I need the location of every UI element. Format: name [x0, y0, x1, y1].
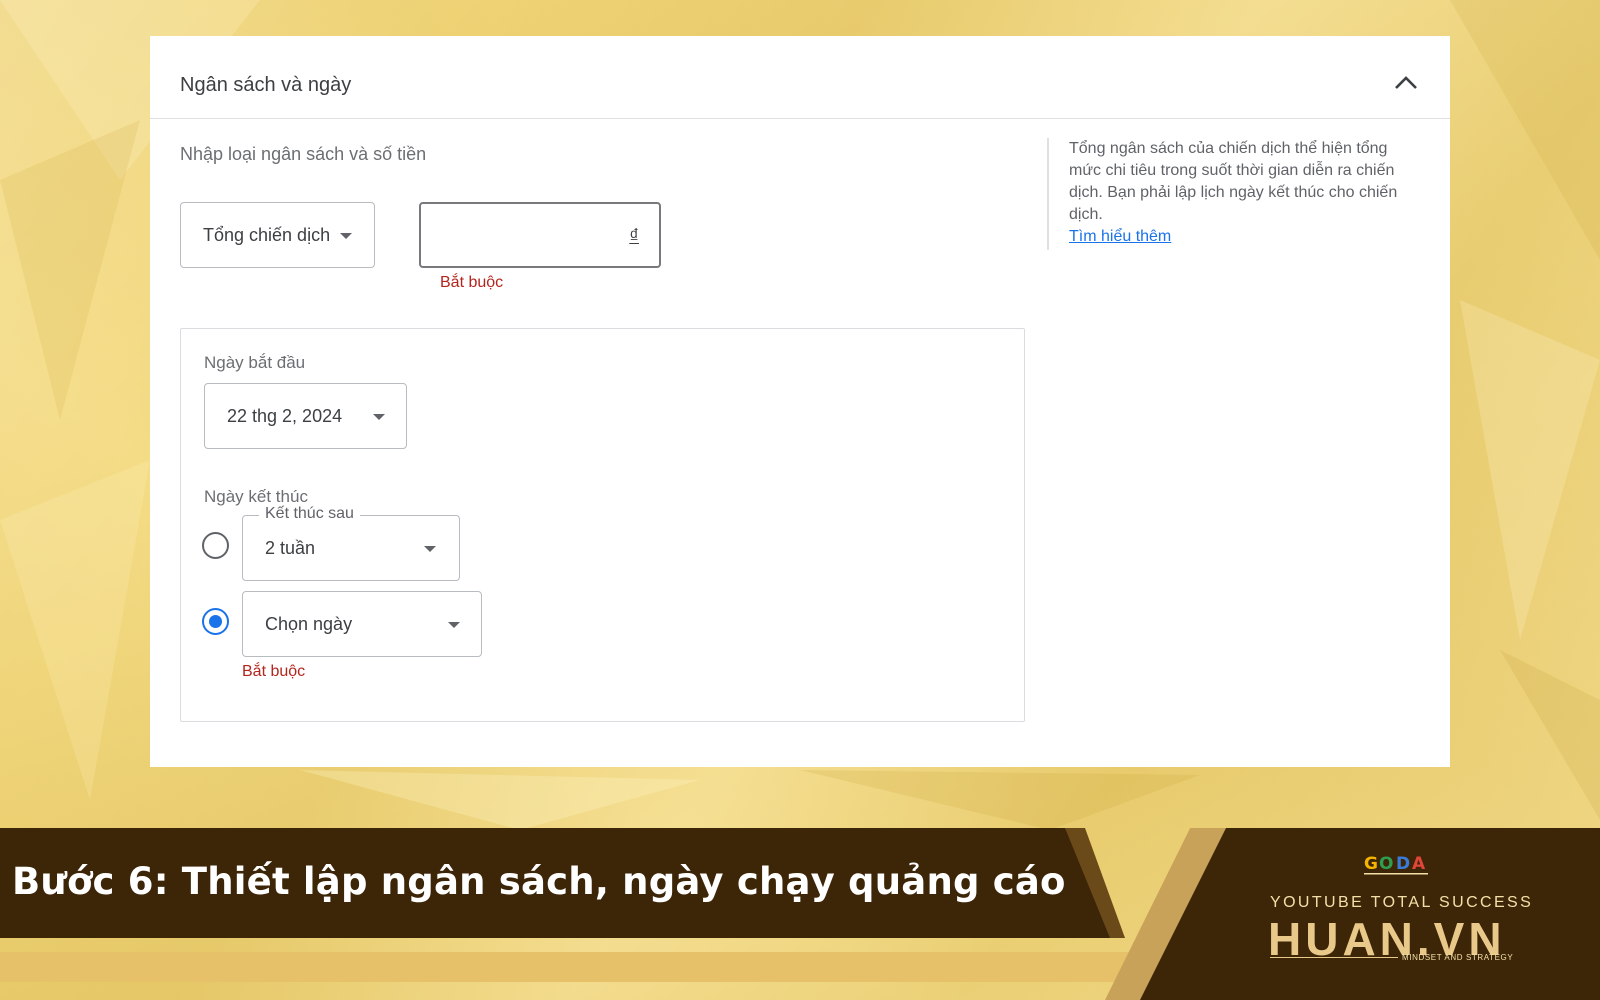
panel-header[interactable]: Ngân sách và ngày	[150, 36, 1450, 119]
start-date-value: 22 thg 2, 2024	[227, 406, 343, 426]
chevron-up-icon[interactable]	[1392, 72, 1420, 94]
brand-tagline: MINDSET AND STRATEGY	[1402, 953, 1514, 962]
start-date-select[interactable]: 22 thg 2, 2024	[204, 383, 407, 449]
brand-subtitle: YOUTUBE TOTAL SUCCESS	[1270, 894, 1534, 911]
svg-text:A: A	[1412, 854, 1426, 874]
end-date-select[interactable]: Chọn ngày	[242, 591, 482, 657]
budget-and-dates-panel: Ngân sách và ngày Nhập loại ngân sách và…	[150, 36, 1450, 767]
svg-text:D: D	[1396, 854, 1410, 874]
budget-type-select[interactable]: Tổng chiến dịch	[180, 202, 375, 268]
panel-title: Ngân sách và ngày	[180, 74, 352, 96]
end-date-radio[interactable]	[202, 608, 229, 635]
start-date-label: Ngày bắt đầu	[204, 353, 306, 372]
budget-amount-input[interactable]	[433, 222, 613, 250]
end-date-label: Ngày kết thúc	[204, 487, 308, 506]
dates-section: Ngày bắt đầu 22 thg 2, 2024 Ngày kết thú…	[180, 328, 1025, 722]
brand-divider	[1270, 957, 1398, 958]
banner-title: Bước 6: Thiết lập ngân sách, ngày chạy q…	[12, 860, 1066, 903]
learn-more-link[interactable]: Tìm hiểu thêm	[1069, 226, 1407, 248]
dropdown-arrow-icon	[424, 546, 436, 552]
end-after-radio[interactable]	[202, 532, 229, 559]
currency-symbol: ₫	[629, 226, 639, 247]
end-after-floating-label: Kết thúc sau	[259, 505, 360, 523]
svg-text:O: O	[1379, 854, 1393, 874]
amount-required-error: Bắt buộc	[440, 274, 504, 291]
end-after-select[interactable]: Kết thúc sau 2 tuần	[242, 505, 460, 581]
end-after-value: 2 tuần	[265, 538, 316, 558]
budget-amount-field[interactable]: ₫	[419, 202, 661, 268]
end-date-value: Chọn ngày	[265, 614, 353, 634]
dropdown-arrow-icon	[448, 622, 460, 628]
dropdown-arrow-icon	[373, 414, 385, 420]
goda-logo: G O D A	[1362, 852, 1432, 878]
dropdown-arrow-icon	[340, 233, 352, 239]
help-description: Tổng ngân sách của chiến dịch thể hiện t…	[1069, 140, 1398, 223]
end-date-required-error: Bắt buộc	[242, 663, 306, 680]
budget-type-value: Tổng chiến dịch	[203, 225, 331, 245]
svg-text:G: G	[1364, 854, 1378, 874]
budget-help-text: Tổng ngân sách của chiến dịch thể hiện t…	[1047, 138, 1407, 250]
budget-section-label: Nhập loại ngân sách và số tiền	[180, 144, 427, 164]
